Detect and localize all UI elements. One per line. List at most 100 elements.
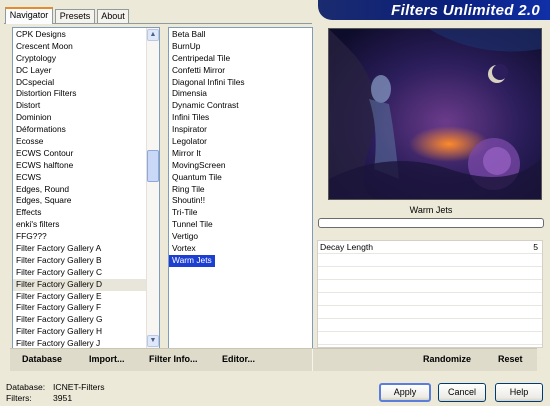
filters-label: Filters: bbox=[6, 393, 32, 403]
filter-row[interactable]: Tunnel Tile bbox=[169, 219, 312, 231]
title-banner: Filters Unlimited 2.0 bbox=[318, 0, 550, 20]
filter-item[interactable]: Centripedal Tile bbox=[169, 53, 230, 65]
parameter-row bbox=[318, 254, 542, 267]
category-item[interactable]: ECWS Contour bbox=[13, 148, 159, 160]
app-title: Filters Unlimited 2.0 bbox=[391, 2, 540, 19]
category-item[interactable]: Filter Factory Gallery A bbox=[13, 243, 159, 255]
category-item[interactable]: Edges, Square bbox=[13, 195, 159, 207]
category-item[interactable]: Dominion bbox=[13, 112, 159, 124]
filter-row[interactable]: BurnUp bbox=[169, 41, 312, 53]
filter-item[interactable]: Tri-Tile bbox=[169, 207, 197, 219]
editor-button[interactable]: Editor... bbox=[222, 354, 255, 365]
category-scrollbar[interactable]: ▲ ▼ bbox=[146, 28, 159, 348]
filter-item[interactable]: Confetti Mirror bbox=[169, 65, 225, 77]
filter-item[interactable]: Inspirator bbox=[169, 124, 207, 136]
scroll-down-arrow-icon[interactable]: ▼ bbox=[147, 335, 159, 347]
category-item[interactable]: ECWS halftone bbox=[13, 160, 159, 172]
category-item[interactable]: Filter Factory Gallery E bbox=[13, 291, 159, 303]
tab-presets[interactable]: Presets bbox=[55, 9, 95, 23]
filter-row[interactable]: Ring Tile bbox=[169, 184, 312, 196]
filters-count: 3951 bbox=[53, 393, 73, 403]
filter-item[interactable]: Beta Ball bbox=[169, 29, 206, 41]
category-item[interactable]: enki's filters bbox=[13, 219, 159, 231]
category-item[interactable]: ECWS bbox=[13, 172, 159, 184]
filter-item[interactable]: Diagonal Infini Tiles bbox=[169, 77, 245, 89]
filter-item[interactable]: BurnUp bbox=[169, 41, 200, 53]
scroll-up-arrow-icon[interactable]: ▲ bbox=[147, 29, 159, 41]
filter-row[interactable]: Beta Ball bbox=[169, 29, 312, 41]
category-item[interactable]: Distortion Filters bbox=[13, 88, 159, 100]
category-item[interactable]: CPK Designs bbox=[13, 29, 159, 41]
parameter-table[interactable]: Decay Length 5 bbox=[317, 240, 543, 358]
parameter-name: Decay Length bbox=[320, 242, 374, 252]
parameter-row bbox=[318, 332, 542, 345]
filter-row[interactable]: Shoutin!! bbox=[169, 195, 312, 207]
filter-list[interactable]: Beta Ball BurnUp Centripedal Tile Confetti … bbox=[168, 27, 313, 349]
filter-row[interactable]: Infini Tiles bbox=[169, 112, 312, 124]
filter-row[interactable]: Inspirator bbox=[169, 124, 312, 136]
filter-row[interactable]: Quantum Tile bbox=[169, 172, 312, 184]
filter-item[interactable]: Vertigo bbox=[169, 231, 198, 243]
tab-navigator[interactable]: Navigator bbox=[5, 7, 53, 24]
filter-item[interactable]: Ring Tile bbox=[169, 184, 205, 196]
cancel-button[interactable]: Cancel bbox=[438, 383, 486, 402]
filter-item[interactable]: Infini Tiles bbox=[169, 112, 209, 124]
category-item[interactable]: DCspecial bbox=[13, 77, 159, 89]
category-item[interactable]: Ecosse bbox=[13, 136, 159, 148]
category-list[interactable]: CPK Designs Crescent Moon Cryptology DC Lay… bbox=[12, 27, 160, 349]
preview-caption: Warm Jets bbox=[409, 205, 453, 215]
tab-about[interactable]: About bbox=[97, 9, 129, 23]
category-item[interactable]: Distort bbox=[13, 100, 159, 112]
apply-button[interactable]: Apply bbox=[379, 383, 431, 402]
filter-row[interactable]: MovingScreen bbox=[169, 160, 312, 172]
category-item[interactable]: Crescent Moon bbox=[13, 41, 159, 53]
category-item[interactable]: Edges, Round bbox=[13, 184, 159, 196]
filter-info-button[interactable]: Filter Info... bbox=[149, 354, 198, 365]
category-item[interactable]: Filter Factory Gallery F bbox=[13, 302, 159, 314]
category-item[interactable]: Filter Factory Gallery C bbox=[13, 267, 159, 279]
database-button[interactable]: Database bbox=[22, 354, 62, 365]
parameter-row bbox=[318, 319, 542, 332]
category-item[interactable]: Déformations bbox=[13, 124, 159, 136]
filter-row[interactable]: Legolator bbox=[169, 136, 312, 148]
parameter-row bbox=[318, 280, 542, 293]
filter-row[interactable]: Vortex bbox=[169, 243, 312, 255]
filter-item[interactable]: Dimensia bbox=[169, 88, 207, 100]
category-item[interactable]: Filter Factory Gallery H bbox=[13, 326, 159, 338]
filter-item[interactable]: Tunnel Tile bbox=[169, 219, 213, 231]
parameter-row[interactable]: Decay Length 5 bbox=[318, 241, 542, 254]
filter-row[interactable]: Vertigo bbox=[169, 231, 312, 243]
filter-item[interactable]: Mirror It bbox=[169, 148, 201, 160]
preview-image bbox=[328, 28, 542, 200]
filter-item[interactable]: Shoutin!! bbox=[169, 195, 205, 207]
category-item[interactable]: FFG??? bbox=[13, 231, 159, 243]
filter-row[interactable]: Dimensia bbox=[169, 88, 312, 100]
filter-row[interactable]: Centripedal Tile bbox=[169, 53, 312, 65]
filter-row[interactable]: Confetti Mirror bbox=[169, 65, 312, 77]
filter-item[interactable]: Dynamic Contrast bbox=[169, 100, 239, 112]
filter-item[interactable]: Quantum Tile bbox=[169, 172, 222, 184]
category-item[interactable]: Filter Factory Gallery G bbox=[13, 314, 159, 326]
scrollbar-thumb[interactable] bbox=[147, 150, 159, 182]
filter-row[interactable]: Warm Jets bbox=[169, 254, 312, 267]
parameter-row bbox=[318, 293, 542, 306]
filter-item[interactable]: MovingScreen bbox=[169, 160, 226, 172]
category-item[interactable]: DC Layer bbox=[13, 65, 159, 77]
category-item[interactable]: Cryptology bbox=[13, 53, 159, 65]
filter-row[interactable]: Mirror It bbox=[169, 148, 312, 160]
filter-row[interactable]: Dynamic Contrast bbox=[169, 100, 312, 112]
category-item[interactable]: Filter Factory Gallery D bbox=[13, 278, 159, 291]
filter-row[interactable]: Diagonal Infini Tiles bbox=[169, 77, 312, 89]
filter-row[interactable]: Tri-Tile bbox=[169, 207, 312, 219]
filter-item[interactable]: Warm Jets bbox=[169, 254, 215, 267]
filter-item[interactable]: Legolator bbox=[169, 136, 207, 148]
reset-button[interactable]: Reset bbox=[498, 354, 523, 365]
help-button[interactable]: Help bbox=[495, 383, 543, 402]
category-item[interactable]: Effects bbox=[13, 207, 159, 219]
filter-item[interactable]: Vortex bbox=[169, 243, 196, 255]
parameter-value[interactable]: 5 bbox=[533, 241, 538, 253]
randomize-button[interactable]: Randomize bbox=[423, 354, 471, 365]
category-item[interactable]: Filter Factory Gallery B bbox=[13, 255, 159, 267]
import-button[interactable]: Import... bbox=[89, 354, 125, 365]
render-progress-bar bbox=[318, 218, 544, 228]
